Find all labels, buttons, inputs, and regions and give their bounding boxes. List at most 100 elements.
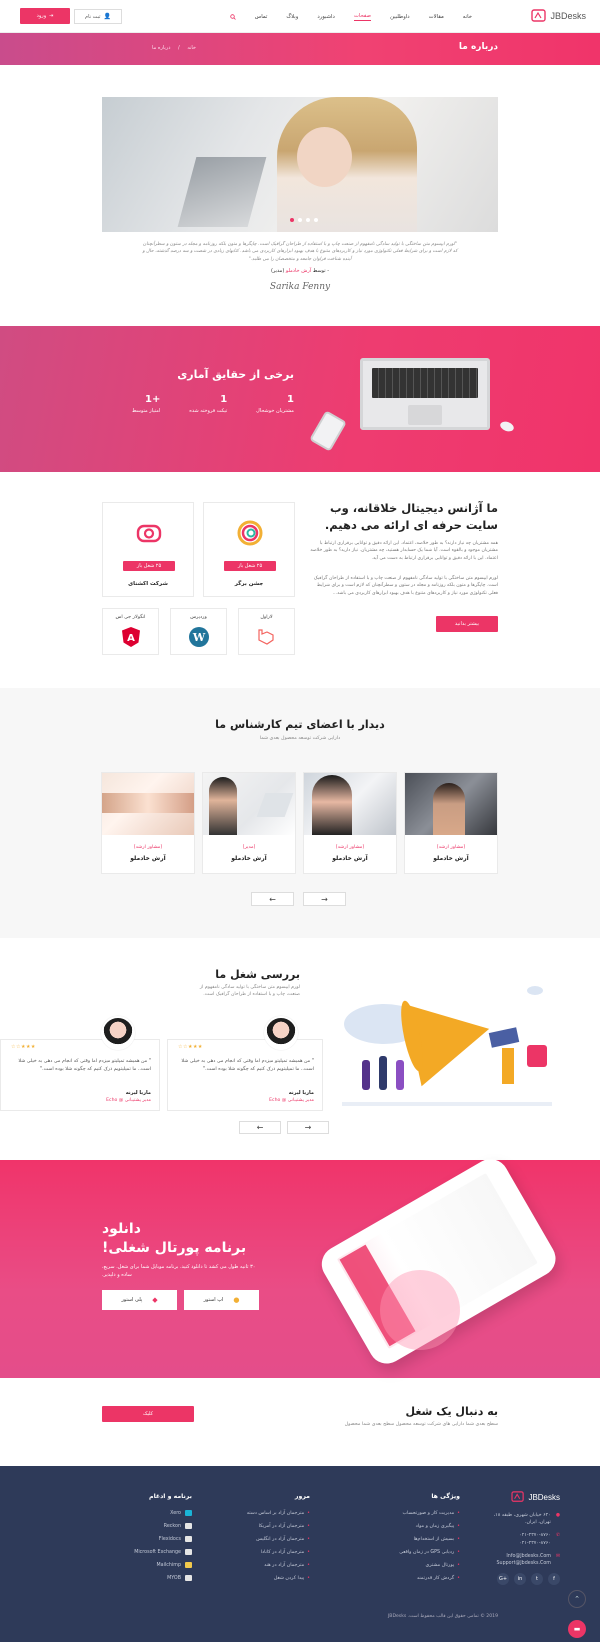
- agency-title: ما آژانس دیجیتال خلاقانه، وب سایت حرفه ا…: [298, 500, 498, 533]
- apple-icon: ●: [233, 1296, 240, 1304]
- footer-heading: ویژگی ها: [431, 1493, 460, 1500]
- footer-link[interactable]: •مترجمان آزاد در آمریکا: [200, 1520, 310, 1533]
- footer-link[interactable]: •مترجمان آزاد بر اساس دسته: [200, 1507, 310, 1520]
- email-text[interactable]: Support@Jbdesks.Com: [496, 1560, 550, 1567]
- team-member-card[interactable]: (مدیر) آرش خادملو: [202, 772, 296, 874]
- address-row: ● ۶۲۰ خیابان شهری، طبقه ۱۸، تهران، ایران…: [480, 1512, 560, 1526]
- member-role: (مشاور ارشد): [133, 845, 163, 850]
- person-figure: [396, 1060, 404, 1090]
- address-text: ۶۲۰ خیابان شهری، طبقه ۱۸، تهران، ایران.: [493, 1513, 551, 1526]
- nav-pages[interactable]: صفحات: [353, 13, 372, 21]
- quote-author: - توسط آرش خادملو (مدیر): [200, 268, 400, 274]
- footer-link[interactable]: •گردش کار قدرتمند: [350, 1572, 460, 1585]
- nav-candidates[interactable]: داوطلبین: [390, 14, 410, 20]
- linkedin-icon[interactable]: in: [514, 1573, 526, 1586]
- stat-value: 1: [220, 394, 228, 405]
- camera-company-logo: [136, 524, 162, 543]
- play-store-button[interactable]: ◆ پلی استور: [102, 1290, 177, 1310]
- team-member-card[interactable]: (مشاور ارشد) آرش خادملو: [101, 772, 195, 874]
- exchange-icon: [185, 1548, 192, 1555]
- footer-link[interactable]: •مترجمان آزاد در انگلیس: [200, 1533, 310, 1546]
- breadcrumb-home[interactable]: خانه: [187, 45, 196, 51]
- open-jobs-badge: ۲۵ شغل باز: [224, 561, 276, 571]
- brand-logo[interactable]: JBDesks: [531, 9, 586, 23]
- member-role: (مشاور ارشد): [335, 845, 365, 850]
- footer-link[interactable]: •پیدا کردن شغل: [200, 1572, 310, 1585]
- stats-list: 1 مشتریان خوشحال 1 تیکت فروخته شده +1 ام…: [132, 394, 294, 414]
- company-card[interactable]: ۲۵ شغل باز جشن برگر: [203, 502, 295, 597]
- slider-dot[interactable]: [298, 218, 302, 222]
- reckon-icon: [185, 1522, 192, 1529]
- nav-articles[interactable]: مقالات: [429, 14, 444, 20]
- footer-link[interactable]: •بسیش از استخدام‌ها: [350, 1533, 460, 1546]
- team-prev-arrow-icon[interactable]: ←: [251, 892, 294, 906]
- search-icon[interactable]: [230, 13, 236, 20]
- footer-heading: برنامه و ادغام: [149, 1493, 192, 1500]
- login-button[interactable]: ⇥ ورود: [20, 8, 70, 24]
- stat-label: مشتریان خوشحال: [256, 408, 294, 414]
- learn-more-button[interactable]: بیشتر بدانید: [436, 616, 498, 632]
- nav-dashboard[interactable]: داشبورد: [317, 14, 335, 20]
- team-title: دیدار با اعضای تیم کارشناس ما: [215, 718, 385, 731]
- footer-link[interactable]: •مدیریت کار و صورتحساب: [350, 1507, 460, 1520]
- slider-dot[interactable]: [290, 218, 294, 222]
- google-plus-icon[interactable]: G+: [497, 1573, 509, 1586]
- footer-link[interactable]: •ردیابی GPS در زمان واقعی: [350, 1546, 460, 1559]
- app-title-line: برنامه پورتال شغلی!: [102, 1239, 247, 1256]
- svg-text:W: W: [192, 631, 206, 644]
- team-member-card[interactable]: (مشاور ارشد) آرش خادملو: [404, 772, 498, 874]
- footer-link[interactable]: •مترجمان آزاد در کانادا: [200, 1546, 310, 1559]
- flexidocs-icon: [185, 1535, 192, 1542]
- team-member-card[interactable]: (مشاور ارشد) آرش خادملو: [303, 772, 397, 874]
- footer-app-link[interactable]: Microsoft Exchange: [102, 1546, 192, 1559]
- app-store-button[interactable]: ● اپ استور: [184, 1290, 259, 1310]
- footer-link[interactable]: •مترجمان آزاد در هند: [200, 1559, 310, 1572]
- team-subtitle: دارایی شرکت توسعه محصول بعدی شما: [259, 736, 341, 741]
- facebook-icon[interactable]: f: [548, 1573, 560, 1586]
- slider-dot[interactable]: [314, 218, 318, 222]
- app-description: ۳۰ ثانیه طول می کشد تا دانلود کنید. برنا…: [102, 1264, 256, 1278]
- glow-circle: [380, 1270, 460, 1350]
- footer-app-link[interactable]: Reckon: [102, 1520, 192, 1533]
- twitter-icon[interactable]: t: [531, 1573, 543, 1586]
- jobsearch-subtitle: سطح بعدی شما دارایی های شرکت توسعه محصول…: [344, 1422, 498, 1427]
- member-name: آرش خادملو: [332, 855, 368, 862]
- scroll-top-icon[interactable]: ⌃: [568, 1590, 586, 1608]
- footer-browse: مرور •مترجمان آزاد بر اساس دسته •مترجمان…: [200, 1490, 310, 1585]
- tech-card[interactable]: انگولار جی اس A: [102, 608, 159, 655]
- stats-title: برخی از حقایق آماری: [177, 368, 294, 381]
- footer-app-link[interactable]: Flexidocs: [102, 1533, 192, 1546]
- user-icon: 👤: [103, 13, 111, 20]
- tech-label: لاراول: [260, 615, 273, 620]
- review-text: " من همیشه تمپلیتو میزدم اما وقتی که انج…: [181, 1059, 314, 1072]
- company-card[interactable]: ۲۵ شغل باز شرکت اکشنای: [102, 502, 194, 597]
- nav-blog[interactable]: وبلاگ: [286, 14, 298, 20]
- chat-icon[interactable]: ▬: [568, 1620, 586, 1638]
- footer: JBDesks ● ۶۲۰ خیابان شهری، طبقه ۱۸، تهرا…: [0, 1466, 600, 1642]
- reviews-next-arrow-icon[interactable]: →: [287, 1121, 329, 1134]
- footer-app-link[interactable]: MYOB: [102, 1572, 192, 1585]
- footer-link[interactable]: •پورتال مشتری: [350, 1559, 460, 1572]
- author-prefix: - توسط: [312, 268, 330, 274]
- email-text[interactable]: Info@Jbdesks.Com: [496, 1553, 551, 1560]
- reviews-prev-arrow-icon[interactable]: ←: [239, 1121, 281, 1134]
- jobsearch-button[interactable]: کلیک: [102, 1406, 194, 1422]
- ground-line: [342, 1102, 552, 1106]
- footer-link[interactable]: •پیگیری زمان و مواد: [350, 1520, 460, 1533]
- member-name: آرش خادملو: [130, 855, 166, 862]
- reviewer-role: مدیر پشتیبانی @ Echo: [269, 1098, 314, 1103]
- stat-label: امتیاز متوسط: [132, 408, 161, 414]
- tech-card[interactable]: وردپرس W: [170, 608, 227, 655]
- nav-home[interactable]: خانه: [463, 14, 472, 20]
- phone-text: ۰۲۱-۲۳۷۰-۸۷۶۰: [519, 1540, 551, 1546]
- register-button[interactable]: 👤 ثبت نام: [74, 9, 122, 24]
- play-store-label: پلی استور: [121, 1297, 143, 1303]
- footer-app-link[interactable]: Mailchimp: [102, 1559, 192, 1572]
- nav-contact[interactable]: تماس: [255, 14, 268, 20]
- footer-app-link[interactable]: Xero: [102, 1507, 192, 1520]
- footer-brand[interactable]: JBDesks: [511, 1491, 560, 1503]
- member-role: (مشاور ارشد): [436, 845, 466, 850]
- team-next-arrow-icon[interactable]: →: [303, 892, 346, 906]
- tech-card[interactable]: لاراول: [238, 608, 295, 655]
- slider-dot[interactable]: [306, 218, 310, 222]
